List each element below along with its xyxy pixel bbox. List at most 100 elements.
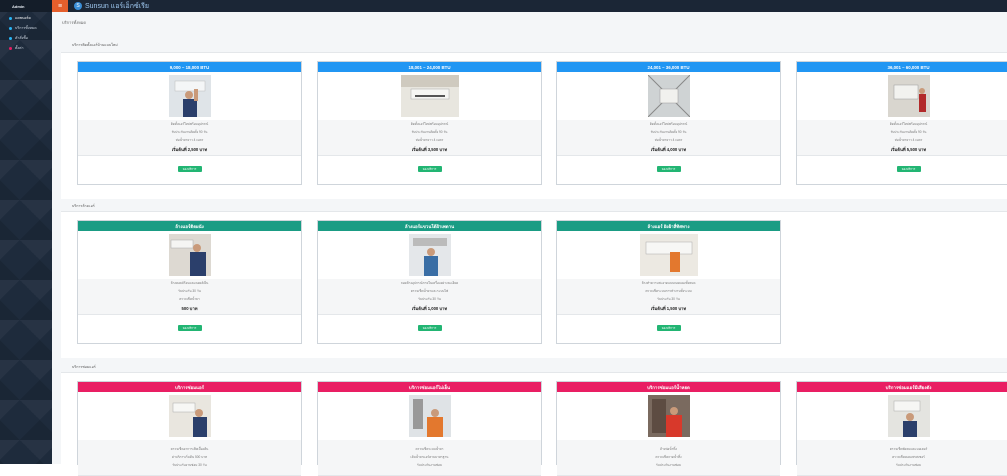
detail-line: ตรวจเช็คระบบการทำงานทั้งระบบ <box>645 289 692 293</box>
detail-line: รับประกันงานติดตั้ง 90 วัน <box>171 130 208 134</box>
detail-line: รับประกัน 30 วัน <box>418 297 441 301</box>
card-title: ล้างแอร์ ฝังฝ้าสี่ทิศทาง <box>557 221 780 231</box>
detail-line: ท่อน้ำยายาว 4 เมตร <box>894 138 923 142</box>
service-card: 36,001 – 60,000 BTU ติดตั้งแอร์ใหม่พร้อม… <box>796 61 1007 185</box>
breadcrumb: บริการทั้งหมด <box>62 20 86 25</box>
site-logo[interactable]: S Sunsun แอร์เอ็กซ์เรีย <box>74 1 149 12</box>
book-button[interactable]: จองบริการ <box>656 325 681 331</box>
detail-line: รับประกัน 30 วัน <box>178 289 201 293</box>
card-details: ติดตั้งแอร์ใหม่พร้อมอุปกรณ์ รับประกันงาน… <box>557 120 780 156</box>
logo-text: Sunsun แอร์เอ็กซ์เรีย <box>85 2 150 10</box>
detail-line: ท่อน้ำยายาว 4 เมตร <box>654 138 683 142</box>
service-card: บริการซ่อมแอร์น้ำหยด ล้างท่อน้ำทิ้ง ตรวจ… <box>556 381 781 476</box>
book-button[interactable]: จองบริการ <box>417 166 442 172</box>
detail-line: ติดตั้งแอร์ใหม่พร้อมอุปกรณ์ <box>170 122 209 126</box>
book-button[interactable]: จองบริการ <box>656 166 681 172</box>
service-photo <box>168 395 211 437</box>
card-price: เริ่มต้นที่ 2,500 บาท <box>171 147 208 152</box>
section-title-cleaning: บริการล้างแอร์ <box>72 204 95 208</box>
card-title: บริการซ่อมแอร์ไม่เย็น <box>318 382 541 392</box>
detail-line: ล้างคอยล์ร้อนและคอยล์เย็น <box>170 281 209 285</box>
main-content: บริการทั้งหมด บริการติดตั้งแอร์บ้านแบบให… <box>52 12 1007 476</box>
service-photo <box>408 395 451 437</box>
card-details: ตรวจเช็คพัดลมและมอเตอร์ ตรวจเช็คคอมเพรสเ… <box>797 440 1007 476</box>
detail-line: รับประกันงานติดตั้ง 90 วัน <box>411 130 448 134</box>
card-price: 500 บาท <box>181 306 198 311</box>
section-title-repair: บริการซ่อมแอร์ <box>72 365 96 369</box>
card-details: ตรวจเช็คอาการเสียเบื้องต้น ค่าบริการเริ่… <box>78 440 301 476</box>
detail-line: ตรวจเช็คน้ำยา <box>179 297 200 301</box>
detail-line: ตรวจเช็คคอมเพรสเซอร์ <box>892 455 925 459</box>
section-panel-repair: บริการซ่อมแอร์ ตรวจเช็คอาการเสียเบื้องต้… <box>61 372 1007 476</box>
card-price: เริ่มต้นที่ 4,000 บาท <box>650 147 687 152</box>
card-price: เริ่มต้นที่ 3,500 บาท <box>411 147 448 152</box>
sidebar-item-settings[interactable]: ตั้งค่า <box>0 44 52 52</box>
card-details: ติดตั้งแอร์ใหม่พร้อมอุปกรณ์ รับประกันงาน… <box>797 120 1007 156</box>
detail-line: ท่อน้ำยายาว 4 เมตร <box>415 138 444 142</box>
service-photo <box>639 234 698 276</box>
detail-line: ตรวจเช็คระบบน้ำยา <box>415 447 444 451</box>
service-photo <box>168 234 211 276</box>
card-title: บริการซ่อมแอร์ <box>78 382 301 392</box>
logo-icon: S <box>74 2 82 10</box>
card-details: ถอดล้างอุปกรณ์ภายในเครื่องอย่างละเอียด ต… <box>318 279 541 315</box>
service-photo <box>168 75 211 117</box>
service-card: ล้างแอร์ติดผนัง ล้างคอยล์ร้อนและคอยล์เย็… <box>77 220 302 344</box>
menu-toggle-button[interactable]: ≡ <box>52 0 68 12</box>
detail-line: เติมน้ำยาแอร์ตามมาตรฐาน <box>410 455 449 459</box>
service-photo <box>400 75 459 117</box>
detail-line: รับประกัน 30 วัน <box>657 297 680 301</box>
card-details: ล้างท่อน้ำทิ้ง ตรวจเช็คถาดน้ำทิ้ง รับประ… <box>557 440 780 476</box>
book-button[interactable]: จองบริการ <box>177 325 202 331</box>
sidebar-item-orders[interactable]: คำสั่งซื้อ <box>0 34 52 42</box>
book-button[interactable]: จองบริการ <box>417 325 442 331</box>
detail-line: ติดตั้งแอร์ใหม่พร้อมอุปกรณ์ <box>410 122 449 126</box>
card-price: เริ่มต้นที่ 5,500 บาท <box>890 147 927 152</box>
card-details: ติดตั้งแอร์ใหม่พร้อมอุปกรณ์ รับประกันงาน… <box>78 120 301 156</box>
sidebar-item-label: คำสั่งซื้อ <box>15 36 28 40</box>
service-photo <box>408 234 451 276</box>
sidebar-item-label: แดชบอร์ด <box>15 16 31 20</box>
service-card: ล้างแอร์แขวนใต้ฝ้าเพดาน ถอดล้างอุปกรณ์ภา… <box>317 220 542 344</box>
section-title-install: บริการติดตั้งแอร์บ้านแบบใหม่ <box>72 43 118 47</box>
detail-line: ถอดล้างอุปกรณ์ภายในเครื่องอย่างละเอียด <box>400 281 459 285</box>
service-photo <box>647 75 690 117</box>
dot-icon <box>9 36 12 40</box>
book-button[interactable]: จองบริการ <box>177 166 202 172</box>
card-details: ล้างทำความสะอาดแบบถอดแผงทั้งหมด ตรวจเช็ค… <box>557 279 780 315</box>
book-button[interactable]: จองบริการ <box>896 166 921 172</box>
detail-line: ติดตั้งแอร์ใหม่พร้อมอุปกรณ์ <box>889 122 928 126</box>
card-title: บริการซ่อมแอร์มีเสียงดัง <box>797 382 1007 392</box>
card-details: ล้างคอยล์ร้อนและคอยล์เย็น รับประกัน 30 ว… <box>78 279 301 315</box>
dot-icon <box>9 46 12 50</box>
service-card: 24,001 – 36,000 BTU ติดตั้งแอร์ใหม่พร้อม… <box>556 61 781 185</box>
service-card: บริการซ่อมแอร์ ตรวจเช็คอาการเสียเบื้องต้… <box>77 381 302 476</box>
detail-line: ล้างท่อน้ำทิ้ง <box>660 447 677 451</box>
service-photo <box>887 395 930 437</box>
detail-line: ตรวจเช็คพัดลมและมอเตอร์ <box>889 447 928 451</box>
detail-line: ท่อน้ำยายาว 4 เมตร <box>175 138 204 142</box>
dot-icon <box>9 16 12 20</box>
section-panel-cleaning: ล้างแอร์ติดผนัง ล้างคอยล์ร้อนและคอยล์เย็… <box>61 211 1007 358</box>
service-card: บริการซ่อมแอร์ไม่เย็น ตรวจเช็คระบบน้ำยา … <box>317 381 542 476</box>
card-title: บริการซ่อมแอร์น้ำหยด <box>557 382 780 392</box>
sidebar-brand: Admin <box>0 0 52 12</box>
service-card: บริการซ่อมแอร์มีเสียงดัง ตรวจเช็คพัดลมแล… <box>796 381 1007 476</box>
sidebar-item-label: ตั้งค่า <box>15 46 24 50</box>
card-title: 24,001 – 36,000 BTU <box>557 62 780 72</box>
service-card: 9,000 – 18,000 BTU ติดตั้งแอร์ใหม่พร้อมอ… <box>77 61 302 185</box>
detail-line: ล้างทำความสะอาดแบบถอดแผงทั้งหมด <box>641 281 696 285</box>
card-title: ล้างแอร์ติดผนัง <box>78 221 301 231</box>
service-card: ล้างแอร์ ฝังฝ้าสี่ทิศทาง ล้างทำความสะอาด… <box>556 220 781 344</box>
section-panel-install: 9,000 – 18,000 BTU ติดตั้งแอร์ใหม่พร้อมอ… <box>61 52 1007 199</box>
service-photo <box>887 75 930 117</box>
sidebar: Admin แดชบอร์ด บริการทั้งหมด คำสั่งซื้อ … <box>0 0 52 464</box>
sidebar-item-dashboard[interactable]: แดชบอร์ด <box>0 14 52 22</box>
detail-line: ตรวจเช็คถาดน้ำทิ้ง <box>655 455 682 459</box>
detail-line: ค่าบริการเริ่มต้น 500 บาท <box>171 455 208 459</box>
sidebar-item-services[interactable]: บริการทั้งหมด <box>0 24 52 32</box>
card-title: 36,001 – 60,000 BTU <box>797 62 1007 72</box>
dot-icon <box>9 26 12 30</box>
hamburger-icon: ≡ <box>57 2 63 10</box>
card-details: ติดตั้งแอร์ใหม่พร้อมอุปกรณ์ รับประกันงาน… <box>318 120 541 156</box>
